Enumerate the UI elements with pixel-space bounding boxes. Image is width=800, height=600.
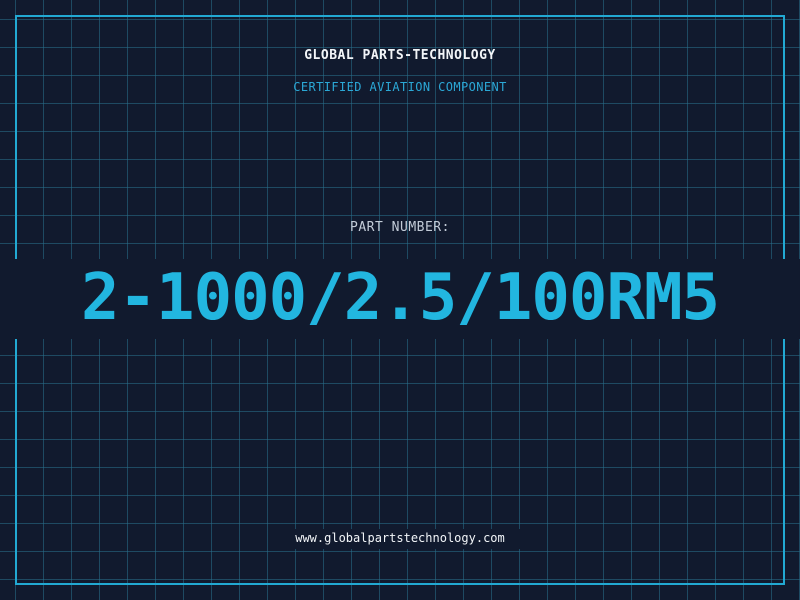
brand-name: GLOBAL PARTS-TECHNOLOGY <box>304 48 496 63</box>
label-canvas: GLOBAL PARTS-TECHNOLOGY CERTIFIED AVIATI… <box>0 0 800 600</box>
website-link[interactable]: www.globalpartstechnology.com <box>0 531 800 545</box>
part-number-label: PART NUMBER: <box>350 220 450 235</box>
part-number-value: 2-1000/2.5/100RM5 <box>80 261 720 335</box>
certification-tagline: CERTIFIED AVIATION COMPONENT <box>293 80 507 94</box>
